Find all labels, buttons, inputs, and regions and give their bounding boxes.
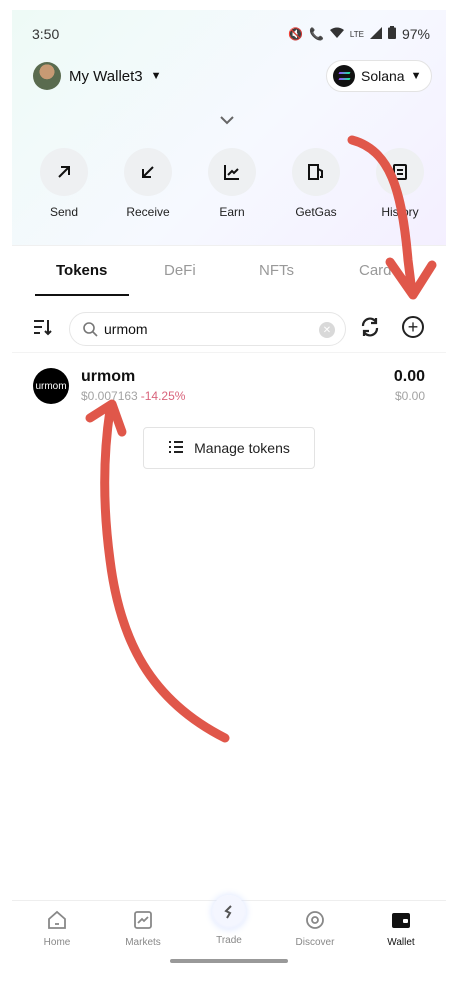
battery-icon — [387, 26, 396, 42]
token-name: urmom — [81, 368, 136, 385]
network-type: LTE — [349, 29, 364, 39]
gas-pump-icon — [292, 148, 340, 196]
nav-trade[interactable]: Trade — [194, 895, 264, 946]
token-logo: urmom — [33, 368, 69, 404]
history-icon — [376, 148, 424, 196]
history-label: History — [381, 205, 419, 219]
nav-wallet-label: Wallet — [387, 937, 415, 948]
tab-card[interactable]: Card — [359, 262, 392, 279]
signal-icon — [369, 26, 382, 42]
list-icon — [168, 440, 184, 457]
clear-search-icon[interactable]: ✕ — [319, 322, 335, 338]
mute-icon: 🔇 — [287, 27, 303, 41]
asset-tabs: Tokens DeFi NFTs Card — [35, 262, 445, 296]
wallet-selector[interactable]: My Wallet3 ▼ — [33, 62, 162, 90]
send-label: Send — [49, 205, 79, 219]
sort-icon[interactable] — [33, 318, 53, 342]
wallet-name: My Wallet3 — [69, 67, 143, 85]
status-icons: 🔇 📞 LTE 97% — [288, 26, 430, 42]
earn-label: Earn — [219, 205, 245, 219]
bottom-navigation: Home Markets Trade Discover Wallet — [12, 895, 446, 961]
token-balance: 0.00 — [393, 368, 425, 385]
search-icon — [82, 321, 98, 337]
token-change: -14.25% — [140, 389, 186, 403]
home-indicator[interactable] — [170, 959, 288, 963]
chain-selector[interactable]: Solana ▼ — [326, 60, 433, 92]
nav-trade-label: Trade — [216, 935, 242, 946]
avatar — [33, 62, 61, 90]
quick-actions: Send Receive Earn GetGas History — [22, 148, 442, 219]
receive-button[interactable]: Receive — [106, 148, 190, 219]
wifi-call-icon: 📞 — [308, 27, 324, 41]
wallet-screen: 3:50 🔇 📞 LTE 97% My Wallet3 ▼ Solana ▼ S… — [0, 0, 470, 992]
arrow-up-right-icon — [40, 148, 88, 196]
status-bar: 3:50 🔇 📞 LTE 97% — [32, 26, 430, 44]
wifi-icon — [329, 27, 344, 42]
manage-tokens-label: Manage tokens — [194, 440, 290, 456]
tab-nfts[interactable]: NFTs — [259, 262, 294, 279]
wallet-icon — [390, 909, 412, 931]
chevron-down-icon: ▼ — [150, 70, 162, 82]
nav-discover-label: Discover — [295, 937, 335, 948]
nav-markets[interactable]: Markets — [108, 909, 178, 948]
token-value: $0.00 — [394, 389, 425, 403]
manage-tokens-button[interactable]: Manage tokens — [143, 427, 315, 469]
earn-button[interactable]: Earn — [190, 148, 274, 219]
add-token-icon[interactable]: + — [402, 316, 424, 338]
token-price-line: $0.007163 -14.25% — [81, 389, 185, 403]
home-icon — [46, 909, 68, 931]
divider — [12, 245, 446, 246]
divider — [12, 352, 446, 353]
nav-home-label: Home — [43, 937, 71, 948]
getgas-button[interactable]: GetGas — [274, 148, 358, 219]
active-tab-indicator — [35, 294, 129, 296]
receive-label: Receive — [126, 205, 170, 219]
token-row[interactable]: urmom urmom $0.007163 -14.25% 0.00 $0.00 — [33, 366, 425, 406]
token-search[interactable]: ✕ — [69, 312, 346, 346]
expand-chevron-icon[interactable] — [220, 112, 234, 128]
refresh-icon[interactable] — [359, 316, 381, 344]
trade-icon — [212, 895, 246, 929]
search-input[interactable] — [104, 321, 314, 337]
arrow-down-left-icon — [124, 148, 172, 196]
nav-markets-label: Markets — [125, 937, 161, 948]
status-time: 3:50 — [32, 26, 60, 42]
chain-name: Solana — [361, 68, 405, 84]
history-button[interactable]: History — [358, 148, 442, 219]
nav-wallet[interactable]: Wallet — [366, 909, 436, 948]
battery-percent: 97% — [401, 26, 430, 42]
solana-logo-icon — [333, 65, 355, 87]
nav-home[interactable]: Home — [22, 909, 92, 948]
token-price: $0.007163 — [81, 389, 138, 403]
getgas-label: GetGas — [295, 205, 337, 219]
tab-tokens[interactable]: Tokens — [56, 262, 107, 279]
markets-icon — [132, 909, 154, 931]
send-button[interactable]: Send — [22, 148, 106, 219]
discover-icon — [304, 909, 326, 931]
chevron-down-icon: ▼ — [410, 70, 422, 82]
tab-defi[interactable]: DeFi — [164, 262, 196, 279]
chart-line-icon — [208, 148, 256, 196]
nav-discover[interactable]: Discover — [280, 909, 350, 948]
